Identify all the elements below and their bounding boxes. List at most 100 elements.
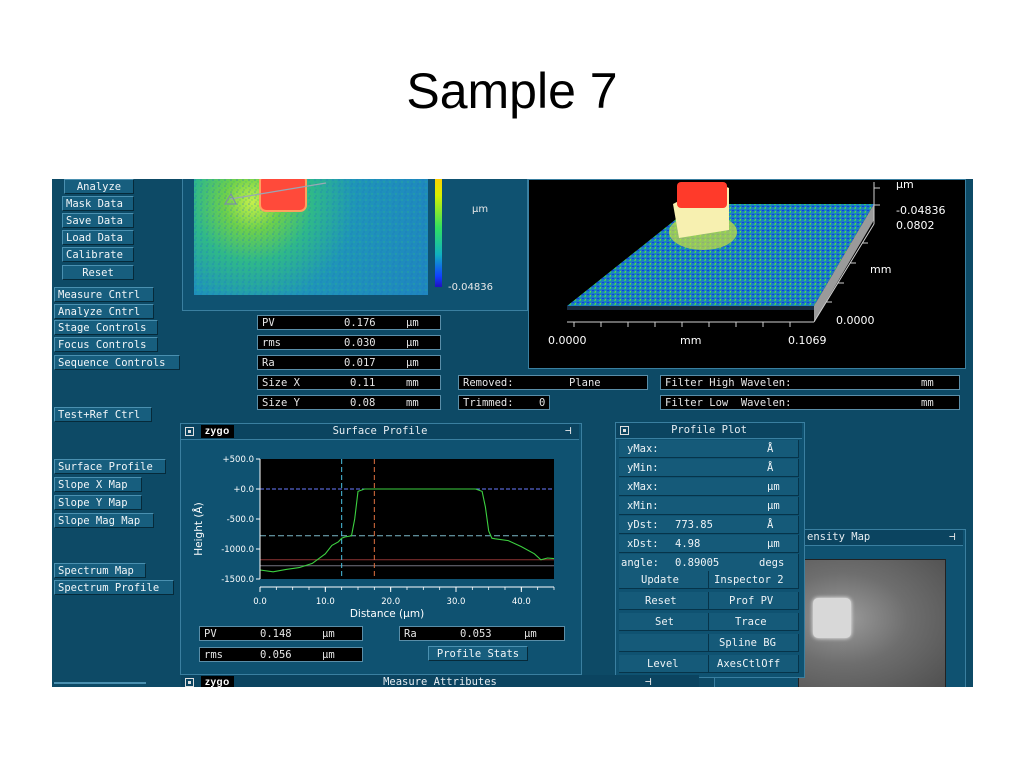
slope-y-map-button[interactable]: Slope Y Map xyxy=(54,495,142,510)
pv-unit: µm xyxy=(406,317,419,329)
analyze-button[interactable]: Analyze xyxy=(64,179,134,194)
slope-x-map-button[interactable]: Slope X Map xyxy=(54,477,142,492)
profile-plot-titlebar[interactable]: Profile Plot xyxy=(616,423,802,439)
size-y-value: 0.08 xyxy=(350,397,376,409)
measure-cntrl-button[interactable]: Measure Cntrl xyxy=(54,287,154,302)
profile-pv-value: 0.148 xyxy=(260,628,292,640)
update-label: Update xyxy=(641,574,679,586)
profile-ra-value: 0.053 xyxy=(460,628,492,640)
update-button[interactable]: Update xyxy=(619,571,709,589)
sequence-controls-button[interactable]: Sequence Controls xyxy=(54,355,180,370)
profile-ra-field: Ra 0.053 µm xyxy=(399,626,565,641)
level-button[interactable]: Level xyxy=(619,655,709,673)
slide-title: Sample 7 xyxy=(406,63,618,119)
row-unit: µm xyxy=(767,538,780,550)
y-axis-label: Height (Å) xyxy=(192,502,205,555)
size-x-unit: mm xyxy=(406,377,419,389)
prof-pv-button[interactable]: Prof PV xyxy=(709,592,799,610)
rms-label: rms xyxy=(262,337,281,349)
ra-label: Ra xyxy=(262,357,275,369)
y-tick-label: -500.0 xyxy=(227,515,254,525)
stage-controls-button[interactable]: Stage Controls xyxy=(54,320,158,335)
filter-high-label: Filter High Wavelen: xyxy=(665,377,792,389)
pin-icon[interactable]: ⊣ xyxy=(565,425,572,437)
trimmed-value: 0 xyxy=(539,397,546,409)
calibrate-button[interactable]: Calibrate xyxy=(62,247,134,262)
profile-plot-row: yDst: 773.85 Å xyxy=(619,516,799,534)
intensity-pin-icon[interactable]: ⊣ xyxy=(949,531,956,543)
set-button[interactable]: Set xyxy=(619,613,709,631)
row-label: xDst: xyxy=(627,538,659,550)
y-tick-label: +0.0 xyxy=(233,485,254,495)
plot3d-ylabel: 0.0000 xyxy=(836,314,875,327)
size-y-label: Size Y xyxy=(262,397,300,409)
size-x-label: Size X xyxy=(262,377,300,389)
profile-rms-value: 0.056 xyxy=(260,649,292,661)
profile-stats-button[interactable]: Profile Stats xyxy=(428,646,528,661)
x-tick-label: 20.0 xyxy=(381,597,400,607)
spectrum-profile-button[interactable]: Spectrum Profile xyxy=(54,580,174,595)
row-unit: Å xyxy=(767,443,774,455)
ra-value: 0.017 xyxy=(344,357,376,369)
measure-attributes-titlebar[interactable]: zygo Measure Attributes ⊣ xyxy=(181,675,699,687)
profile-plot-row: xMin: µm xyxy=(619,497,799,515)
profile-pv-label: PV xyxy=(204,628,217,640)
pv-label: PV xyxy=(262,317,275,329)
surface-profile-titlebar[interactable]: zygo Surface Profile ⊣ xyxy=(181,424,579,440)
mask-data-button[interactable]: Mask Data xyxy=(62,196,134,211)
zygo-screenshot: Analyze Mask Data Save Data Load Data Ca… xyxy=(52,179,973,687)
x-axis-label: Distance (µm) xyxy=(350,608,424,620)
filter-high-unit: mm xyxy=(921,377,934,389)
profile-reset-label: Reset xyxy=(645,595,677,607)
raised-feature xyxy=(259,179,307,212)
measure-pin-icon[interactable]: ⊣ xyxy=(645,676,652,688)
trace-button[interactable]: Trace xyxy=(709,613,799,631)
reset-button[interactable]: Reset xyxy=(62,265,134,280)
profile-plot-row: xDst: 4.98 µm xyxy=(619,535,799,553)
x-tick-label: 40.0 xyxy=(512,597,531,607)
slope-mag-map-button[interactable]: Slope Mag Map xyxy=(54,513,154,528)
colorbar-unit: µm xyxy=(472,204,489,215)
y-tick-label: +500.0 xyxy=(223,455,254,465)
spline-bg-button[interactable]: Spline BG xyxy=(709,634,799,652)
plot3d-xunit: mm xyxy=(680,334,702,347)
intensity-feature xyxy=(813,598,851,638)
profile-reset-button[interactable]: Reset xyxy=(619,592,709,610)
profile-chart-area: +500.0 +0.0 -500.0 -1000.0 -1500.0 0.0 10.0 20.… xyxy=(186,441,576,621)
load-data-button[interactable]: Load Data xyxy=(62,230,134,245)
x-tick-label: 0.0 xyxy=(253,597,267,607)
ra-field: Ra 0.017 µm xyxy=(257,355,441,370)
profile-plot-row: yMin: Å xyxy=(619,459,799,477)
level-label: Level xyxy=(647,658,679,670)
row-unit: Å xyxy=(767,519,774,531)
profile-rms-label: rms xyxy=(204,649,223,661)
analyze-cntrl-button[interactable]: Analyze Cntrl xyxy=(54,304,154,319)
empty-button[interactable] xyxy=(619,634,709,652)
test-ref-ctrl-button[interactable]: Test+Ref Ctrl xyxy=(54,407,152,422)
profile-ra-label: Ra xyxy=(404,628,417,640)
plot-background xyxy=(260,459,554,579)
profile-chart: +500.0 +0.0 -500.0 -1000.0 -1500.0 0.0 10.0 20.… xyxy=(192,455,555,620)
trace-label: Trace xyxy=(735,616,767,628)
size-y-unit: mm xyxy=(406,397,419,409)
row-unit: µm xyxy=(767,481,780,493)
pv-value: 0.176 xyxy=(344,317,376,329)
removed-field: Removed: Plane xyxy=(458,375,648,390)
profile-pv-unit: µm xyxy=(322,628,335,640)
profile-pv-field: PV 0.148 µm xyxy=(199,626,363,641)
row-label: yMax: xyxy=(627,443,659,455)
surface-profile-button[interactable]: Surface Profile xyxy=(54,459,166,474)
row-unit: Å xyxy=(767,462,774,474)
spectrum-map-button[interactable]: Spectrum Map xyxy=(54,563,146,578)
spline-bg-label: Spline BG xyxy=(719,637,776,649)
save-data-button[interactable]: Save Data xyxy=(62,213,134,228)
profile-ra-unit: µm xyxy=(524,628,537,640)
rms-field: rms 0.030 µm xyxy=(257,335,441,350)
axes-ctl-off-button[interactable]: AxesCtlOff xyxy=(709,655,799,673)
row-value: 0.89005 xyxy=(675,557,720,569)
inspector-2-button[interactable]: Inspector 2 xyxy=(709,571,799,589)
focus-controls-button[interactable]: Focus Controls xyxy=(54,337,158,352)
profile-rms-field: rms 0.056 µm xyxy=(199,647,363,662)
y-tick-label: -1500.0 xyxy=(221,575,254,585)
row-label: xMax: xyxy=(627,481,659,493)
